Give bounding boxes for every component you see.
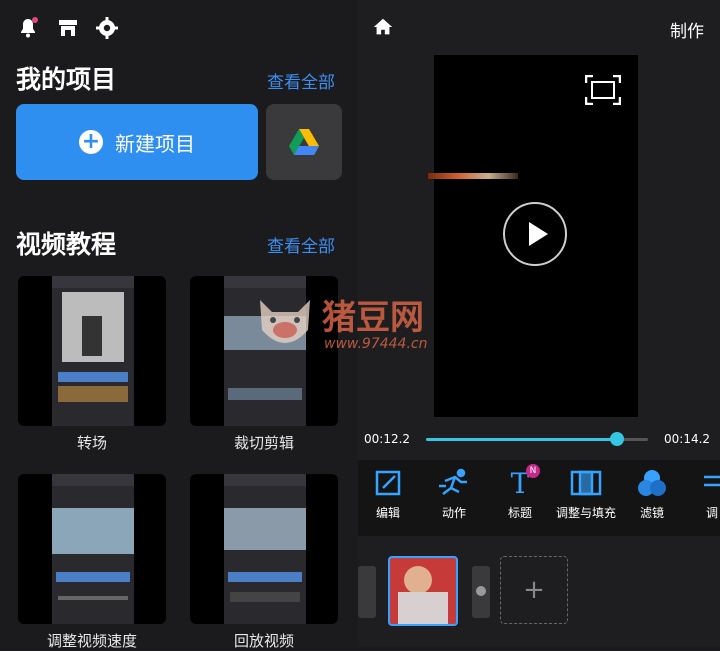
fit-icon	[556, 466, 616, 500]
tool-label: 标题	[507, 506, 532, 520]
tool-fit[interactable]: 调整与填充	[556, 466, 616, 521]
fullscreen-icon[interactable]	[584, 74, 622, 109]
notification-bell-icon[interactable]	[16, 16, 40, 40]
play-button[interactable]	[503, 202, 567, 266]
motion-icon	[424, 466, 484, 500]
tutorial-label: 裁切剪辑	[233, 434, 294, 452]
filter-icon	[622, 466, 682, 500]
google-drive-icon	[289, 129, 319, 155]
new-project-label: 新建项目	[115, 131, 195, 156]
tutorial-preview	[224, 474, 306, 624]
tool-edit[interactable]: 编辑	[358, 466, 418, 521]
tool-motion[interactable]: 动作	[424, 466, 484, 521]
play-icon	[529, 222, 548, 246]
clip-handle-left[interactable]	[358, 566, 376, 618]
watermark-name: 猪豆网	[322, 298, 424, 338]
tutorial-label: 回放视频	[233, 632, 294, 650]
video-tutorials-title: 视频教程	[16, 230, 117, 259]
google-drive-button[interactable]	[266, 104, 342, 180]
tool-label: 滤镜	[639, 506, 664, 520]
timeline-scrubber[interactable]	[610, 432, 624, 446]
tool-label: 动作	[441, 506, 466, 520]
settings-gear-icon[interactable]	[95, 16, 119, 40]
watermark-url: www.97444.cn	[324, 336, 428, 352]
new-project-button[interactable]: + 新建项目	[16, 104, 258, 180]
plus-icon: +	[79, 130, 103, 154]
title-icon: T N	[490, 464, 550, 500]
timeline-progress	[426, 438, 616, 441]
total-time: 00:14.2	[664, 432, 711, 446]
watermark: 猪豆网 www.97444.cn	[250, 290, 470, 360]
store-icon[interactable]	[56, 16, 80, 40]
edit-icon	[358, 466, 418, 500]
video-content-glitch	[428, 173, 518, 179]
tool-label: 调	[706, 506, 719, 520]
current-time: 00:12.2	[364, 432, 411, 446]
tutorial-thumbnail-speed[interactable]	[18, 474, 166, 624]
tutorial-preview	[52, 474, 134, 624]
see-all-projects-link[interactable]: 查看全部	[267, 68, 335, 93]
tool-filter[interactable]: 滤镜	[622, 466, 682, 521]
add-clip-button[interactable]: +	[500, 556, 568, 624]
tool-adjust[interactable]: 调	[688, 466, 720, 521]
new-badge: N	[526, 464, 540, 478]
tutorial-thumbnail-transition[interactable]	[18, 276, 166, 426]
transition-button[interactable]	[472, 566, 490, 618]
video-clip-thumbnail[interactable]	[388, 556, 458, 626]
my-projects-title: 我的项目	[16, 65, 117, 94]
pig-logo-icon	[260, 300, 310, 343]
tutorial-label: 转场	[76, 434, 107, 452]
tool-label: 调整与填充	[556, 506, 617, 520]
tool-title[interactable]: T N 标题	[490, 464, 550, 521]
export-button[interactable]: 制作	[670, 17, 704, 42]
tutorial-thumbnail-reverse[interactable]	[190, 474, 338, 624]
tutorial-label: 调整视频速度	[46, 632, 137, 650]
home-icon[interactable]	[372, 16, 394, 42]
tutorial-preview	[52, 276, 134, 426]
adjust-icon	[688, 466, 720, 500]
see-all-tutorials-link[interactable]: 查看全部	[267, 232, 335, 257]
tool-label: 编辑	[375, 506, 400, 520]
